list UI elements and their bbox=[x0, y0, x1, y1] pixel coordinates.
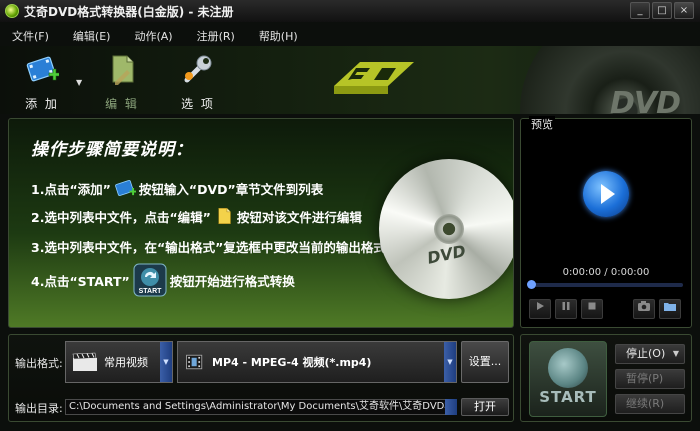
window-title: 艾奇DVD格式转换器(白金版) - 未注册 bbox=[24, 4, 234, 19]
output-dir-label: 输出目录: bbox=[15, 402, 63, 415]
edit-button[interactable]: 编 辑 bbox=[92, 52, 152, 112]
preview-pause-button[interactable] bbox=[555, 299, 577, 319]
pause-label: 暂停(P) bbox=[626, 372, 664, 385]
menu-file[interactable]: 文件(F) bbox=[0, 24, 61, 46]
menu-bar: 文件(F) 编辑(E) 动作(A) 注册(R) 帮助(H) bbox=[0, 24, 700, 46]
edit-label: 编 辑 bbox=[105, 97, 139, 111]
options-button[interactable]: 选 项 bbox=[168, 52, 228, 112]
start-label: START bbox=[539, 388, 597, 406]
app-logo-icon bbox=[5, 4, 19, 18]
resume-label: 继续(R) bbox=[626, 397, 665, 410]
output-settings-panel: 输出格式: 常用视频 ▼ MP4 - MPEG-4 视频(*.mp4) ▼ 设置… bbox=[8, 334, 514, 422]
settings-button[interactable]: 设置... bbox=[461, 341, 509, 383]
open-snapshot-folder-button[interactable] bbox=[659, 299, 681, 319]
instruction-title: 操作步骤简要说明： bbox=[31, 140, 193, 160]
open-folder-button[interactable]: 打开 bbox=[461, 398, 509, 416]
dvd-disc-image bbox=[379, 159, 513, 299]
step-4-text-before: 4.点击“START” bbox=[31, 273, 130, 289]
format-category-value: 常用视频 bbox=[104, 356, 148, 369]
resume-button[interactable]: 继续(R) bbox=[615, 394, 685, 414]
instruction-step-4: 4.点击“START” START 按钮开始进行格式转换 bbox=[31, 263, 295, 297]
stop-icon bbox=[588, 302, 596, 310]
output-format-select[interactable]: MP4 - MPEG-4 视频(*.mp4) ▼ bbox=[177, 341, 457, 383]
stop-label: 停止(O) bbox=[626, 347, 666, 360]
stop-dropdown-icon[interactable]: ▼ bbox=[673, 345, 679, 363]
preview-label: 预览 bbox=[529, 116, 555, 132]
wrench-icon bbox=[184, 55, 212, 83]
folder-icon bbox=[664, 303, 676, 311]
step-2-text-before: 2.选中列表中文件，点击“编辑” bbox=[31, 209, 211, 225]
add-label: 添 加 bbox=[25, 97, 59, 111]
chevron-down-icon[interactable]: ▼ bbox=[444, 342, 456, 382]
edit-document-icon bbox=[112, 55, 134, 85]
maximize-button[interactable]: □ bbox=[652, 2, 672, 19]
start-icon: START bbox=[133, 263, 167, 297]
step-2-text-after: 按钮对该文件进行编辑 bbox=[236, 209, 362, 225]
film-clapper-icon bbox=[72, 352, 97, 371]
pause-icon bbox=[562, 302, 570, 310]
instruction-step-2: 2.选中列表中文件，点击“编辑” 按钮对该文件进行编辑 bbox=[31, 205, 362, 227]
menu-action[interactable]: 动作(A) bbox=[122, 24, 184, 46]
camera-icon bbox=[638, 301, 650, 311]
preview-progress-knob[interactable] bbox=[527, 280, 536, 289]
menu-register[interactable]: 注册(R) bbox=[185, 24, 247, 46]
edit-document-icon bbox=[218, 208, 231, 224]
menu-edit[interactable]: 编辑(E) bbox=[61, 24, 123, 46]
chevron-down-icon[interactable]: ▼ bbox=[160, 342, 172, 382]
title-bar: 艾奇DVD格式转换器(白金版) - 未注册 _ □ × bbox=[0, 0, 700, 22]
instruction-step-3: 3.选中列表中文件，在“输出格式”复选框中更改当前的输出格式 bbox=[31, 237, 386, 256]
instruction-panel: 操作步骤简要说明： 1.点击“添加” 按钮输入“DVD”章节文件到列表 2.选中… bbox=[8, 118, 514, 328]
preview-panel: 预览 0:00:00 / 0:00:00 bbox=[520, 116, 692, 328]
time-display: 0:00:00 / 0:00:00 bbox=[562, 267, 650, 278]
film-strip-icon bbox=[186, 354, 203, 370]
add-dropdown-icon[interactable]: ▼ bbox=[76, 78, 82, 87]
close-button[interactable]: × bbox=[674, 2, 694, 19]
add-button[interactable]: 添 加 bbox=[12, 52, 72, 112]
dvd-decoration-text: DVD bbox=[609, 86, 681, 114]
snapshot-button[interactable] bbox=[633, 299, 655, 319]
format-category-select[interactable]: 常用视频 ▼ bbox=[65, 341, 173, 383]
film-plus-icon bbox=[26, 56, 61, 82]
toolbar: DVD 添 加 ▼ 编 辑 选 项 bbox=[0, 46, 700, 114]
play-icon bbox=[537, 302, 544, 310]
film-plus-icon bbox=[115, 180, 136, 196]
step-4-text-after: 按钮开始进行格式转换 bbox=[169, 273, 295, 289]
window-controls: _ □ × bbox=[630, 2, 694, 19]
preview-progress-track[interactable] bbox=[529, 283, 683, 287]
stop-button[interactable]: 停止(O) ▼ bbox=[615, 344, 685, 364]
action-panel: START 停止(O) ▼ 暂停(P) 继续(R) bbox=[520, 334, 692, 422]
output-format-value: MP4 - MPEG-4 视频(*.mp4) bbox=[212, 356, 372, 369]
output-dir-dropdown-icon[interactable] bbox=[445, 399, 457, 415]
preview-play-button[interactable] bbox=[529, 299, 551, 319]
preview-stop-button[interactable] bbox=[581, 299, 603, 319]
start-icon-text: START bbox=[138, 288, 162, 295]
pause-button[interactable]: 暂停(P) bbox=[615, 369, 685, 389]
output-dir-input[interactable]: C:\Documents and Settings\Administrator\… bbox=[65, 399, 455, 415]
instruction-step-1: 1.点击“添加” 按钮输入“DVD”章节文件到列表 bbox=[31, 177, 323, 199]
step-3-text: 3.选中列表中文件，在“输出格式”复选框中更改当前的输出格式 bbox=[31, 240, 386, 255]
step-1-text-before: 1.点击“添加” bbox=[31, 181, 111, 197]
options-label: 选 项 bbox=[181, 97, 215, 111]
brand-logo bbox=[334, 62, 414, 94]
step-1-text-after: 按钮输入“DVD”章节文件到列表 bbox=[138, 181, 324, 197]
convert-icon bbox=[548, 348, 588, 388]
start-button[interactable]: START bbox=[529, 341, 607, 417]
output-format-label: 输出格式: bbox=[15, 357, 63, 370]
menu-help[interactable]: 帮助(H) bbox=[247, 24, 310, 46]
minimize-button[interactable]: _ bbox=[630, 2, 650, 19]
play-icon[interactable] bbox=[583, 171, 629, 217]
